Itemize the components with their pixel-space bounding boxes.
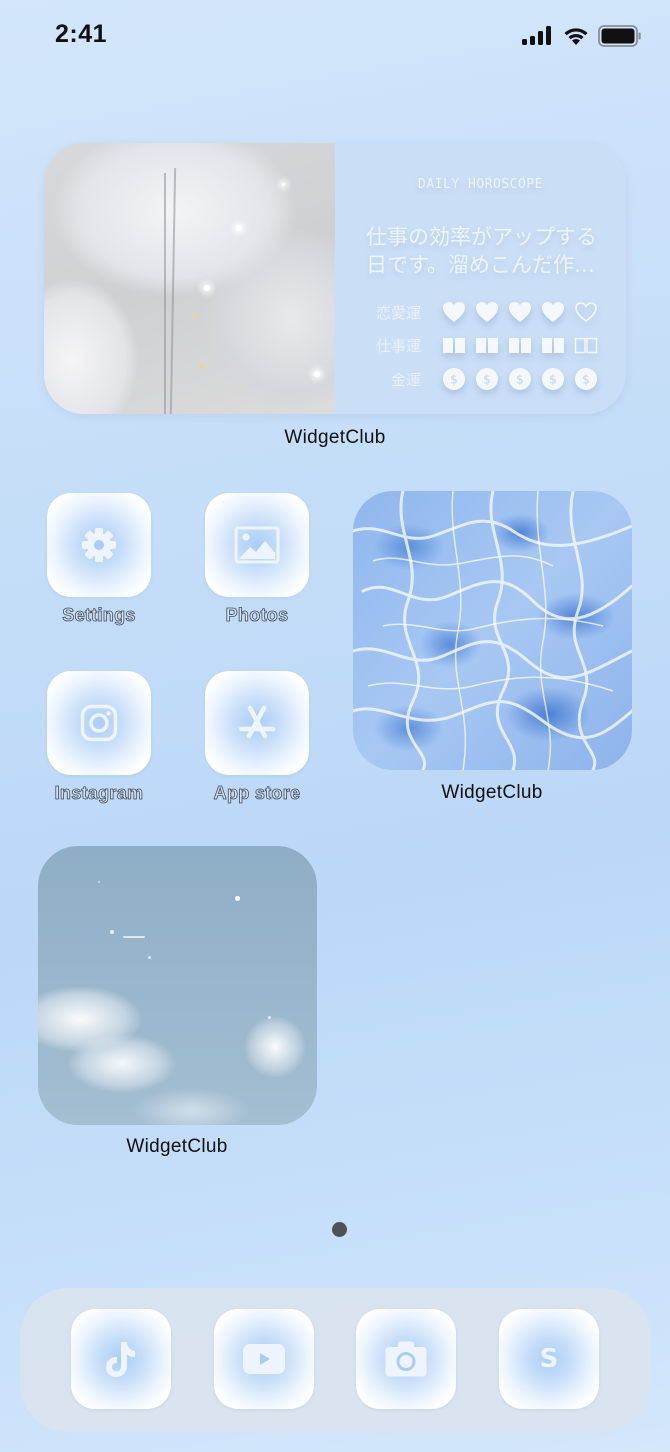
instagram-app-icon[interactable] bbox=[47, 671, 151, 775]
settings-app-label: Settings bbox=[62, 605, 136, 626]
book-icon bbox=[508, 334, 532, 356]
horoscope-widget[interactable]: DAILY HOROSCOPE 仕事の効率がアップする 日です。溜めこんだ作… … bbox=[44, 143, 626, 414]
instagram-icon bbox=[80, 704, 118, 742]
book-icon bbox=[541, 334, 565, 356]
horoscope-widget-label: WidgetClub bbox=[284, 427, 386, 448]
work-luck-rating bbox=[442, 334, 598, 356]
tiktok-icon bbox=[106, 1342, 135, 1377]
youtube-icon bbox=[243, 1344, 285, 1374]
dock: S bbox=[20, 1288, 650, 1432]
love-luck-rating bbox=[442, 301, 598, 323]
horoscope-message: 仕事の効率がアップする 日です。溜めこんだ作… bbox=[366, 225, 597, 277]
status-bar: 2:41 bbox=[0, 0, 670, 70]
photos-app-icon[interactable] bbox=[205, 493, 309, 597]
heart-outline-icon bbox=[574, 301, 598, 323]
water-widget-label: WidgetClub bbox=[441, 782, 543, 803]
settings-app-icon[interactable] bbox=[47, 493, 151, 597]
gear-icon bbox=[82, 528, 116, 562]
love-luck-row: 恋愛運 bbox=[365, 301, 598, 323]
svg-text:$: $ bbox=[450, 373, 458, 387]
horoscope-title: DAILY HOROSCOPE bbox=[418, 177, 543, 192]
balloon-photo bbox=[44, 143, 335, 414]
book-icon bbox=[475, 334, 499, 356]
status-icons bbox=[522, 25, 642, 47]
coin-icon: $ bbox=[508, 368, 532, 390]
coin-icon: $ bbox=[475, 368, 499, 390]
water-photo-widget[interactable] bbox=[353, 491, 632, 770]
heart-icon bbox=[442, 301, 466, 323]
heart-icon bbox=[541, 301, 565, 323]
app-store-app-label: App store bbox=[213, 783, 301, 804]
sky-widget-label: WidgetClub bbox=[126, 1136, 228, 1157]
photos-app-label: Photos bbox=[225, 605, 289, 626]
wifi-icon bbox=[564, 28, 588, 45]
svg-text:$: $ bbox=[549, 373, 557, 387]
tiktok-app-icon[interactable] bbox=[71, 1309, 171, 1409]
photo-icon bbox=[234, 526, 280, 564]
water-caustics bbox=[353, 491, 632, 770]
youtube-app-icon[interactable] bbox=[214, 1309, 314, 1409]
heart-icon bbox=[508, 301, 532, 323]
svg-text:$: $ bbox=[483, 373, 491, 387]
cellular-signal-icon bbox=[522, 26, 551, 45]
svg-text:$: $ bbox=[582, 373, 590, 387]
horoscope-panel: DAILY HOROSCOPE 仕事の効率がアップする 日です。溜めこんだ作… … bbox=[335, 143, 626, 414]
book-outline-icon bbox=[574, 334, 598, 356]
battery-icon bbox=[598, 25, 641, 47]
money-luck-rating: $ $ $ $ $ bbox=[442, 368, 598, 390]
heart-icon bbox=[475, 301, 499, 323]
camera-app-icon[interactable] bbox=[356, 1309, 456, 1409]
s-letter-icon: S bbox=[539, 1344, 559, 1374]
book-icon bbox=[442, 334, 466, 356]
app-store-icon bbox=[238, 705, 276, 739]
money-luck-label: 金運 bbox=[390, 370, 421, 389]
coin-icon: $ bbox=[574, 368, 598, 390]
app-store-app-icon[interactable] bbox=[205, 671, 309, 775]
svg-text:$: $ bbox=[516, 373, 524, 387]
camera-icon bbox=[385, 1341, 427, 1377]
coin-icon: $ bbox=[541, 368, 565, 390]
status-time: 2:41 bbox=[55, 20, 108, 48]
instagram-app-label: Instagram bbox=[54, 783, 144, 804]
page-indicator-dot[interactable] bbox=[332, 1222, 347, 1237]
sky-photo-widget[interactable] bbox=[38, 846, 317, 1125]
coin-icon: $ bbox=[442, 368, 466, 390]
shazam-app-icon[interactable]: S bbox=[499, 1309, 599, 1409]
work-luck-label: 仕事運 bbox=[375, 336, 421, 355]
work-luck-row: 仕事運 bbox=[365, 334, 598, 356]
money-luck-row: 金運 $ $ $ $ $ bbox=[365, 368, 598, 390]
love-luck-label: 恋愛運 bbox=[375, 303, 421, 322]
